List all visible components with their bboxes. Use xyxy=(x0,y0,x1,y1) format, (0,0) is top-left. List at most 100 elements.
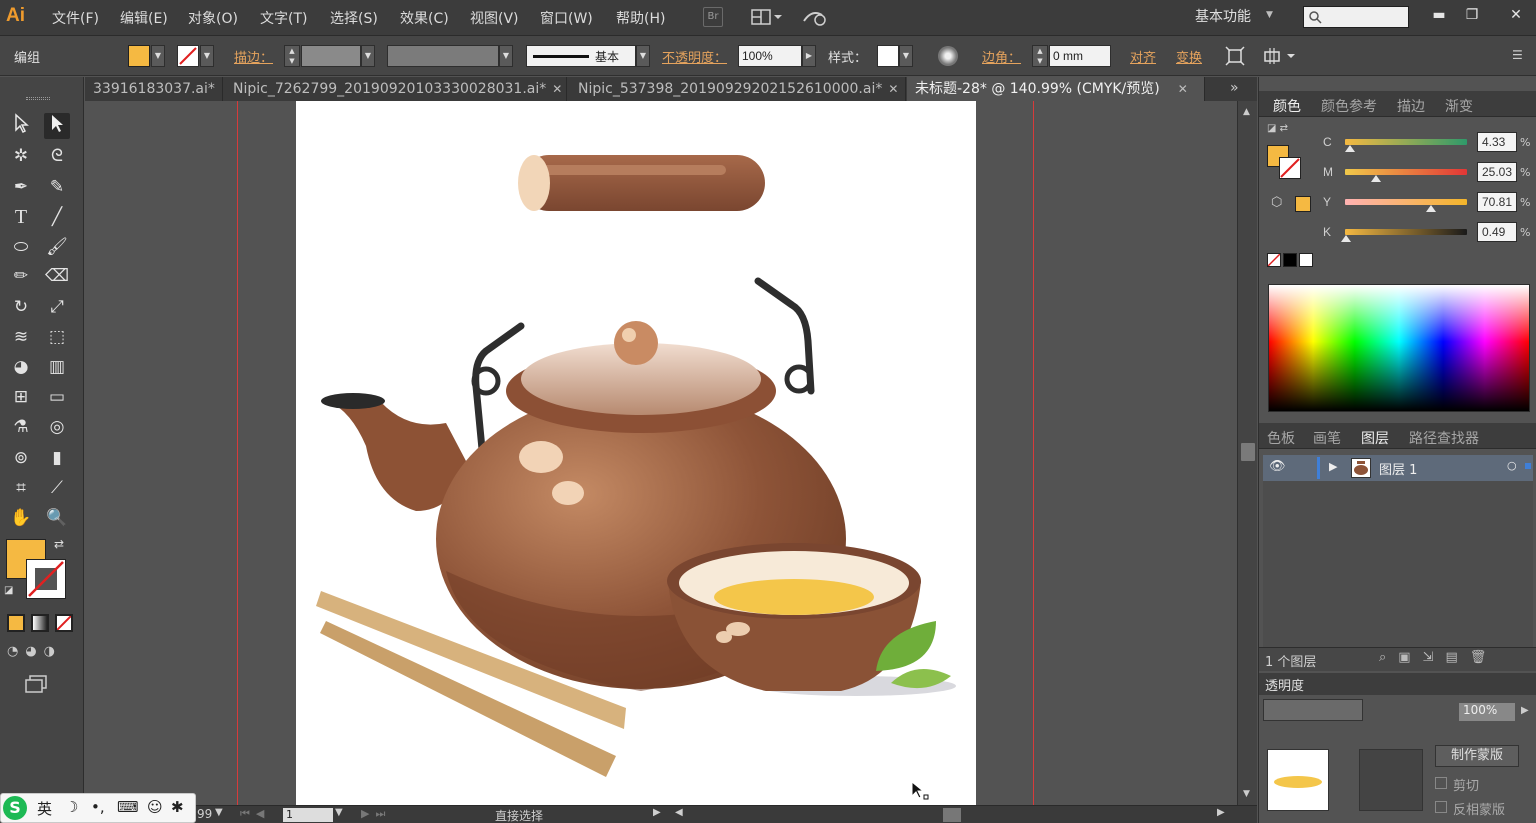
horizontal-scroll-thumb[interactable] xyxy=(943,808,961,822)
symbol-sprayer-tool-icon[interactable]: ⊚ xyxy=(8,445,34,471)
menu-type[interactable]: 文字(T) xyxy=(260,8,307,28)
tab-document-2[interactable]: Nipic_7262799_20190920103330028031.ai* ✕ xyxy=(225,77,567,101)
gradient-tool-icon[interactable]: ▭ xyxy=(44,384,70,410)
eraser-tool-icon[interactable]: ⌫ xyxy=(44,263,70,289)
layer-actions-icons[interactable]: ⌕▣⇲▤🗑 xyxy=(1379,650,1498,665)
channel-slider-k[interactable] xyxy=(1345,229,1467,235)
scroll-right-icon[interactable]: ▶ xyxy=(1217,807,1225,818)
recolor-artwork-icon[interactable] xyxy=(938,46,958,66)
channel-value-c[interactable]: 4.33 xyxy=(1477,132,1517,152)
type-tool-icon[interactable]: T xyxy=(8,204,34,230)
eye-icon[interactable]: 👁 xyxy=(1269,459,1286,474)
expand-arrow-icon[interactable]: ▶ xyxy=(1329,460,1337,473)
paintbrush-tool-icon[interactable]: 🖌 xyxy=(44,234,70,260)
line-tool-icon[interactable]: ╱ xyxy=(44,204,70,230)
transparency-title[interactable]: 透明度 xyxy=(1265,675,1304,694)
default-colors-icon[interactable]: ◪ ⇄ xyxy=(1267,123,1288,134)
chevron-right-icon[interactable]: ▶ xyxy=(1521,705,1529,716)
close-icon[interactable]: ✕ xyxy=(221,82,222,96)
stroke-color-box[interactable] xyxy=(26,559,66,599)
brush-definition[interactable]: 基本 xyxy=(526,45,636,67)
chevron-down-icon[interactable]: ▼ xyxy=(636,45,650,67)
draw-mode-icons[interactable]: ◔◕◑ xyxy=(7,644,77,662)
arrange-icon[interactable] xyxy=(1262,46,1298,66)
scroll-thumb[interactable] xyxy=(1241,443,1255,461)
minimize-button[interactable]: ▬ xyxy=(1426,5,1452,27)
tab-color-guide[interactable]: 颜色参考 xyxy=(1321,96,1377,116)
zoom-field[interactable]: 99 xyxy=(197,807,212,821)
chevron-right-icon[interactable]: ▶ xyxy=(653,807,661,818)
zoom-tool-icon[interactable]: 🔍 xyxy=(44,505,70,531)
tab-brushes[interactable]: 画笔 xyxy=(1313,428,1341,448)
workspace-switcher[interactable]: 基本功能 xyxy=(1195,6,1251,26)
tab-stroke[interactable]: 描边 xyxy=(1397,96,1425,116)
free-transform-tool-icon[interactable]: ⬚ xyxy=(44,324,70,350)
bridge-icon[interactable]: Br xyxy=(703,7,723,27)
scroll-left-icon[interactable]: ◀ xyxy=(675,807,683,818)
panel-menu-icon[interactable]: ☰ xyxy=(1512,48,1530,64)
search-input[interactable] xyxy=(1303,6,1409,28)
invert-mask-checkbox[interactable] xyxy=(1435,801,1447,813)
shape-builder-tool-icon[interactable]: ◕ xyxy=(8,354,34,380)
selection-tool-icon[interactable] xyxy=(8,113,34,139)
stroke-link[interactable]: 描边： xyxy=(234,47,273,66)
target-icon[interactable]: ○ xyxy=(1507,459,1517,472)
white-swatch[interactable] xyxy=(1299,253,1313,267)
layer-row[interactable]: 👁 ▶ 图层 1 ○ xyxy=(1263,455,1533,481)
graphic-style-swatch[interactable] xyxy=(877,45,899,67)
color-mode-icon[interactable] xyxy=(7,614,25,632)
mesh-tool-icon[interactable]: ⊞ xyxy=(8,384,34,410)
menu-window[interactable]: 窗口(W) xyxy=(540,8,593,28)
slider-thumb[interactable] xyxy=(1370,175,1381,182)
close-button[interactable]: ✕ xyxy=(1503,5,1529,27)
chevron-down-icon[interactable]: ▼ xyxy=(335,807,343,818)
out-of-gamut-icon[interactable]: ⬡ xyxy=(1271,195,1282,210)
blend-mode-select[interactable] xyxy=(1263,699,1363,721)
perspective-grid-tool-icon[interactable]: ▥ xyxy=(44,354,70,380)
menu-effect[interactable]: 效果(C) xyxy=(400,8,449,28)
punctuation-icon[interactable]: •, xyxy=(91,798,105,816)
opacity-input[interactable]: 100% xyxy=(738,45,802,67)
channel-value-k[interactable]: 0.49 xyxy=(1477,222,1517,242)
tab-color[interactable]: 颜色 xyxy=(1273,96,1301,116)
stroke-weight-stepper[interactable]: ▲ ▼ xyxy=(284,45,300,67)
gradient-mode-icon[interactable] xyxy=(31,614,49,632)
channel-value-m[interactable]: 25.03 xyxy=(1477,162,1517,182)
slider-thumb[interactable] xyxy=(1340,235,1351,242)
corner-link[interactable]: 边角： xyxy=(982,47,1021,66)
tab-document-3[interactable]: Nipic_537398_20190929202152610000.ai* ✕ xyxy=(570,77,906,101)
close-icon[interactable]: ✕ xyxy=(888,82,898,96)
corner-radius-input[interactable]: 0 mm xyxy=(1049,45,1111,67)
user-icon[interactable]: ☺ xyxy=(147,798,163,816)
selection-indicator[interactable] xyxy=(1525,463,1531,469)
chevron-down-icon[interactable]: ▼ xyxy=(215,807,223,818)
direct-selection-tool-icon[interactable] xyxy=(44,113,70,139)
tab-document-1[interactable]: 33916183037.ai* ✕ xyxy=(85,77,223,101)
pencil-tool-icon[interactable]: ✏ xyxy=(8,263,34,289)
ime-language-toggle[interactable]: 英 xyxy=(37,798,52,819)
current-tool-status[interactable]: 直接选择 xyxy=(495,807,543,823)
fill-color-swatch[interactable] xyxy=(128,45,150,67)
black-swatch[interactable] xyxy=(1283,253,1297,267)
column-graph-tool-icon[interactable]: ▮ xyxy=(44,445,70,471)
stroke-none-swatch[interactable] xyxy=(177,45,199,67)
clip-checkbox[interactable] xyxy=(1435,777,1447,789)
slice-tool-icon[interactable]: ⟋ xyxy=(44,475,70,501)
object-thumbnail[interactable] xyxy=(1267,749,1329,811)
corner-radius-stepper[interactable]: ▲ ▼ xyxy=(1032,45,1048,67)
curvature-tool-icon[interactable]: ✎ xyxy=(44,174,70,200)
menu-view[interactable]: 视图(V) xyxy=(470,8,519,28)
channel-value-y[interactable]: 70.81 xyxy=(1477,192,1517,212)
align-link[interactable]: 对齐 xyxy=(1130,47,1156,66)
chevron-down-icon[interactable]: ▼ xyxy=(200,45,214,67)
color-spectrum[interactable] xyxy=(1268,284,1530,412)
scroll-up-icon[interactable]: ▲ xyxy=(1243,107,1250,117)
menu-select[interactable]: 选择(S) xyxy=(330,8,378,28)
none-mode-icon[interactable] xyxy=(55,614,73,632)
magic-wand-tool-icon[interactable]: ✲ xyxy=(8,143,34,169)
close-icon[interactable]: ✕ xyxy=(1178,82,1188,96)
restore-button[interactable]: ❐ xyxy=(1459,5,1485,27)
settings-icon[interactable]: ✱ xyxy=(171,798,184,816)
none-swatch[interactable] xyxy=(1267,253,1281,267)
tab-document-active[interactable]: 未标题-28* @ 140.99% (CMYK/预览) ✕ xyxy=(907,77,1205,101)
